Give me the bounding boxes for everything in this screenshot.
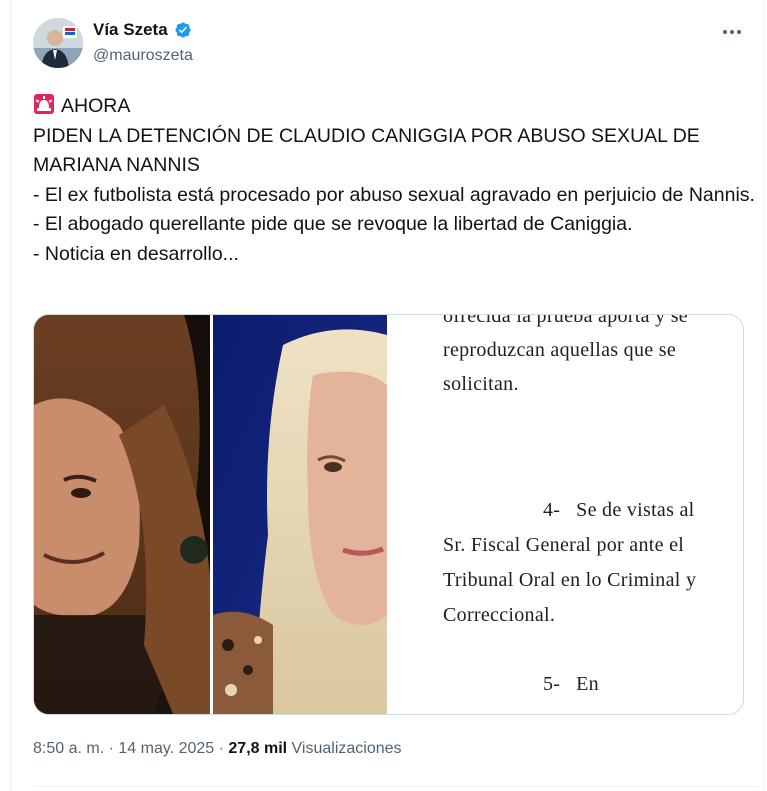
- tweet-line-bullet-2: - El abogado querellante pide que se rev…: [33, 213, 633, 236]
- tweet-line-bullet-3: - Noticia en desarrollo...: [33, 242, 239, 265]
- dot-icon: [737, 30, 741, 34]
- document-line: 5- En: [543, 673, 599, 695]
- author-handle[interactable]: @mauroszeta: [93, 47, 193, 65]
- document-line: reproduzcan aquellas que se: [443, 339, 676, 361]
- court-document-image[interactable]: ofrecida la prueba aporta y se reproduzc…: [387, 314, 743, 714]
- verified-badge-icon[interactable]: [173, 20, 193, 40]
- document-line: Sr. Fiscal General por ante el: [443, 534, 685, 556]
- more-options-button[interactable]: [717, 20, 747, 44]
- divider-line: [33, 786, 758, 787]
- caniggia-photo[interactable]: [34, 315, 210, 715]
- views-count: 27,8 mil: [228, 740, 288, 757]
- meta-separator: ·: [108, 740, 114, 757]
- document-line: ofrecida la prueba aporta y se: [443, 314, 688, 327]
- views-label: Visualizaciones: [291, 740, 402, 757]
- tweet-meta: 8:50 a. m. · 14 may. 2025 · 27,8 mil Vis…: [33, 740, 402, 758]
- rotating-light-icon: [34, 94, 54, 114]
- tweet-text: AHORA PIDEN LA DETENCIÓN DE CLAUDIO CANI…: [33, 92, 758, 270]
- tweet-time[interactable]: 8:50 a. m.: [33, 740, 104, 757]
- tweet-line-headline: PIDEN LA DETENCIÓN DE CLAUDIO CANIGGIA P…: [33, 124, 700, 177]
- tweet-media[interactable]: ofrecida la prueba aporta y se reproduzc…: [33, 314, 744, 715]
- author-avatar[interactable]: [33, 18, 83, 68]
- nannis-photo[interactable]: [213, 315, 387, 715]
- tweet-card: Vía Szeta @mauroszeta AHORA PIDEN LA DET…: [10, 0, 765, 791]
- document-line: Tribunal Oral en lo Criminal y: [443, 569, 697, 591]
- tweet-date[interactable]: 14 may. 2025: [118, 740, 214, 757]
- tweet-line-bullet-1: - El ex futbolista está procesado por ab…: [33, 183, 755, 206]
- document-line: Correccional.: [443, 604, 556, 626]
- meta-separator: ·: [218, 740, 224, 757]
- profile-photo-icon: [33, 18, 83, 68]
- document-line: solicitan.: [443, 373, 519, 395]
- dot-icon: [730, 30, 734, 34]
- document-line: 4- Se de vistas al: [543, 499, 695, 521]
- author-display-name[interactable]: Vía Szeta: [93, 20, 168, 40]
- dot-icon: [723, 30, 727, 34]
- tweet-line-alert: AHORA: [61, 95, 131, 117]
